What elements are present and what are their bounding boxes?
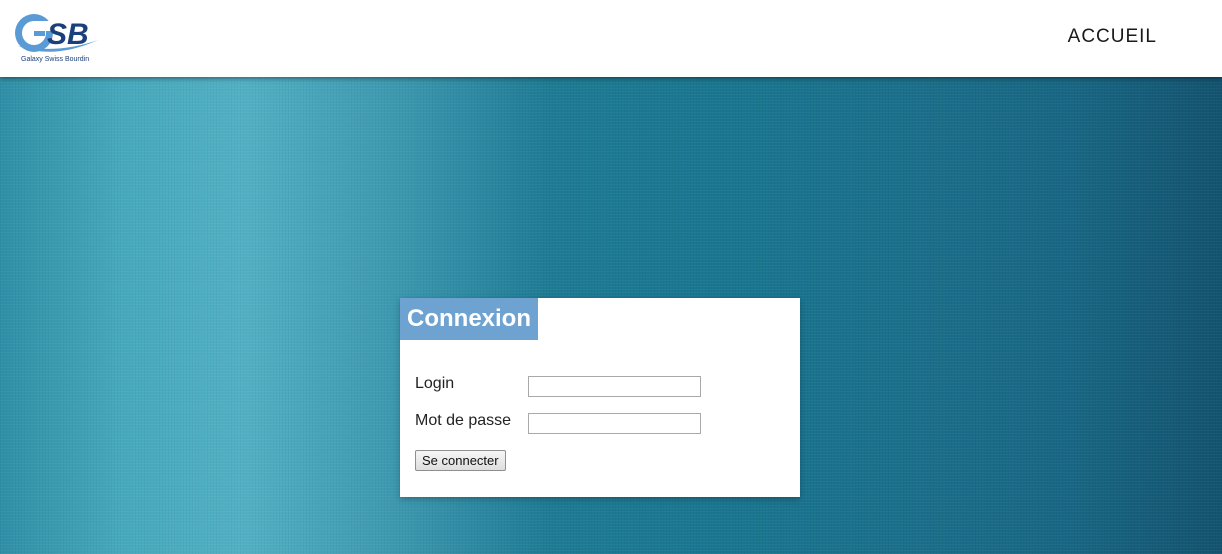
gsb-logo-icon: SB Galaxy Swiss Bourdin <box>15 14 98 63</box>
page: SB Galaxy Swiss Bourdin ACCUEIL Connexio… <box>0 0 1222 554</box>
logo-tagline: Galaxy Swiss Bourdin <box>21 56 89 63</box>
login-label: Login <box>415 375 455 392</box>
nav-accueil-link[interactable]: ACCUEIL <box>1068 26 1157 48</box>
password-input[interactable] <box>528 413 701 434</box>
se-connecter-button[interactable]: Se connecter <box>415 450 506 471</box>
login-title: Connexion <box>400 298 538 340</box>
gsb-logo[interactable]: SB Galaxy Swiss Bourdin <box>14 10 102 66</box>
login-card: Connexion Login Mot de passe Se connecte… <box>400 298 800 497</box>
password-label: Mot de passe <box>415 412 512 429</box>
logo-letters: SB <box>47 18 89 51</box>
header-bar: SB Galaxy Swiss Bourdin ACCUEIL <box>0 0 1222 77</box>
login-input[interactable] <box>528 376 701 397</box>
